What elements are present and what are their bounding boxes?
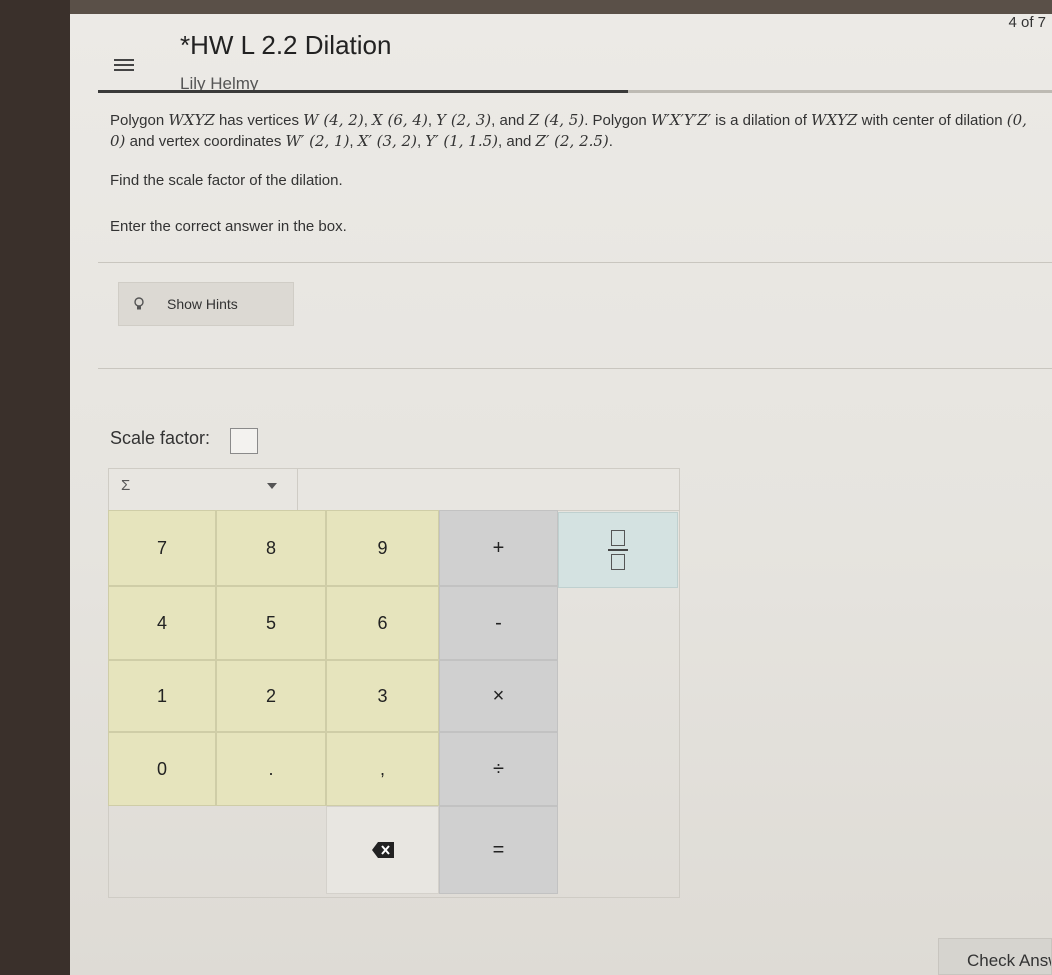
key-8[interactable]: 8 <box>216 510 326 586</box>
check-answer-button[interactable]: Check Answer <box>938 938 1052 975</box>
key-0[interactable]: 0 <box>108 732 216 806</box>
key-3[interactable]: 3 <box>326 660 439 732</box>
key-decimal[interactable]: . <box>216 732 326 806</box>
key-minus[interactable]: - <box>439 586 558 660</box>
key-4[interactable]: 4 <box>108 586 216 660</box>
key-5[interactable]: 5 <box>216 586 326 660</box>
show-hints-label: Show Hints <box>167 296 238 312</box>
hint-icon <box>134 297 144 310</box>
page-title: *HW L 2.2 Dilation <box>180 30 392 60</box>
section-divider <box>98 262 1052 263</box>
keypad-toolbar: Σ <box>108 468 680 511</box>
backspace-button[interactable] <box>326 806 439 894</box>
menu-icon[interactable] <box>114 56 134 72</box>
fraction-button[interactable] <box>558 512 678 588</box>
top-strip <box>70 0 1052 14</box>
backspace-icon <box>371 842 394 858</box>
question-counter: 4 of 7 <box>1008 14 1046 31</box>
show-hints-button[interactable]: Show Hints <box>118 282 294 326</box>
denominator-box-icon <box>611 553 625 570</box>
key-comma[interactable]: , <box>326 732 439 806</box>
numerator-box-icon <box>611 530 625 547</box>
assessment-screen: 4 of 7 *HW L 2.2 Dilation Lily Helmy Pol… <box>70 0 1052 975</box>
key-1[interactable]: 1 <box>108 660 216 732</box>
key-6[interactable]: 6 <box>326 586 439 660</box>
question-text: Polygon WXYZ has vertices W (4, 2), X (6… <box>110 111 1027 150</box>
key-multiply[interactable]: × <box>439 660 558 732</box>
key-7[interactable]: 7 <box>108 510 216 586</box>
key-equals[interactable]: = <box>439 806 558 894</box>
scale-factor-label: Scale factor: <box>110 428 211 448</box>
scale-factor-input[interactable] <box>230 428 258 454</box>
chevron-down-icon[interactable] <box>267 483 277 489</box>
progress-bar <box>98 90 628 93</box>
key-plus[interactable]: + <box>439 510 558 586</box>
key-9[interactable]: 9 <box>326 510 439 586</box>
sigma-icon[interactable]: Σ <box>121 477 130 494</box>
hints-divider <box>98 368 1052 369</box>
key-2[interactable]: 2 <box>216 660 326 732</box>
answer-instruction: Enter the correct answer in the box. <box>110 218 347 235</box>
question-prompt: Find the scale factor of the dilation. <box>110 172 343 189</box>
key-divide[interactable]: ÷ <box>439 732 558 806</box>
